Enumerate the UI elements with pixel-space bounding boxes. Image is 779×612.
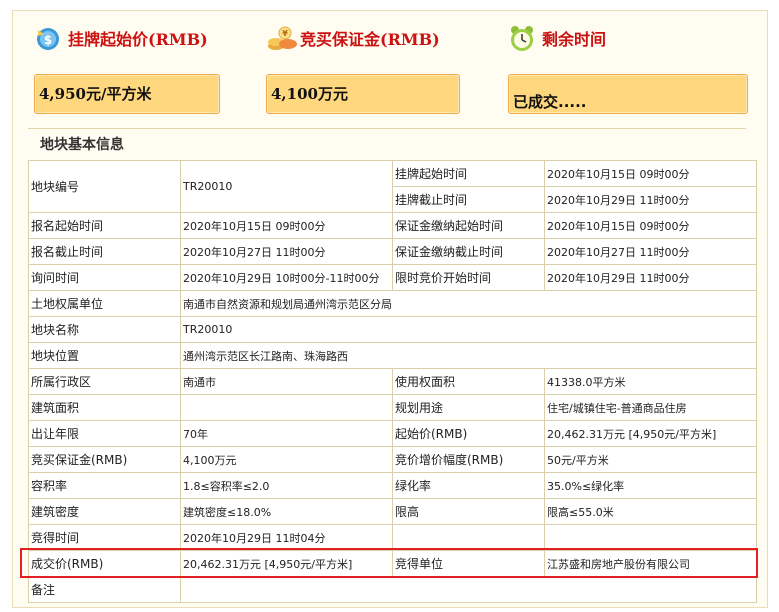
field-label: 竞得时间 — [28, 524, 181, 551]
table-row: 询问时间 2020年10月29日 10时00分-11时00分 限时竞价开始时间 … — [28, 264, 757, 291]
field-value: 2020年10月27日 11时00分 — [544, 238, 757, 265]
field-label: 限高 — [392, 498, 545, 525]
field-value: 2020年10月15日 09时00分 — [544, 160, 757, 187]
table-row: 竞买保证金(RMB) 4,100万元 竞价增价幅度(RMB) 50元/平方米 — [28, 446, 757, 473]
svg-text:$: $ — [44, 33, 52, 47]
field-value: 2020年10月27日 11时00分 — [180, 238, 393, 265]
field-label: 挂牌截止时间 — [392, 186, 545, 213]
table-row: 成交价(RMB) 20,462.31万元 [4,950元/平方米] 竞得单位 江… — [28, 550, 757, 577]
field-label: 保证金缴纳截止时间 — [392, 238, 545, 265]
land-info-table: 地块编号 TR20010 挂牌起始时间 2020年10月15日 09时00分 挂… — [28, 160, 757, 603]
deposit-title: 竞买保证金(RMB) — [300, 30, 440, 49]
field-value: 20,462.31万元 [4,950元/平方米] — [180, 550, 393, 577]
field-label: 报名起始时间 — [28, 212, 181, 239]
field-value: 2020年10月15日 09时00分 — [180, 212, 393, 239]
remaining-time-title: 剩余时间 — [542, 30, 607, 49]
table-row: 地块位置 通州湾示范区长江路南、珠海路西 — [28, 342, 757, 369]
start-price-title: 挂牌起始价(RMB) — [68, 30, 208, 49]
remaining-time-value: 已成交..... — [508, 74, 748, 114]
field-label — [392, 524, 545, 551]
field-value — [180, 576, 757, 603]
coins-icon: ¥ — [266, 24, 297, 52]
money-icon: $ — [34, 24, 62, 52]
field-value — [544, 524, 757, 551]
field-value: 2020年10月29日 10时00分-11时00分 — [180, 264, 393, 291]
table-row: 报名截止时间 2020年10月27日 11时00分 保证金缴纳截止时间 2020… — [28, 238, 757, 265]
deposit-value: 4,100万元 — [266, 74, 460, 114]
field-label: 询问时间 — [28, 264, 181, 291]
field-label: 保证金缴纳起始时间 — [392, 212, 545, 239]
field-value: TR20010 — [180, 160, 393, 213]
field-value: 4,100万元 — [180, 446, 393, 473]
field-label: 建筑密度 — [28, 498, 181, 525]
deposit-summary: ¥ 竞买保证金(RMB) 4,100万元 — [266, 22, 466, 122]
section-title: 地块基本信息 — [40, 137, 124, 153]
field-value: 50元/平方米 — [544, 446, 757, 473]
field-label: 挂牌起始时间 — [392, 160, 545, 187]
field-value: 2020年10月29日 11时04分 — [180, 524, 393, 551]
table-row: 出让年限 70年 起始价(RMB) 20,462.31万元 [4,950元/平方… — [28, 420, 757, 447]
table-row: 建筑面积 规划用途 住宅/城镇住宅-普通商品住房 — [28, 394, 757, 421]
field-value — [180, 394, 393, 421]
table-row: 容积率 1.8≤容积率≤2.0 绿化率 35.0%≤绿化率 — [28, 472, 757, 499]
field-value: 南通市自然资源和规划局通州湾示范区分局 — [180, 290, 757, 317]
field-value: 2020年10月15日 09时00分 — [544, 212, 757, 239]
table-row: 报名起始时间 2020年10月15日 09时00分 保证金缴纳起始时间 2020… — [28, 212, 757, 239]
field-label: 竞得单位 — [392, 550, 545, 577]
start-price-summary: $ 挂牌起始价(RMB) 4,950元/平方米 — [34, 22, 234, 122]
field-value: 2020年10月29日 11时00分 — [544, 264, 757, 291]
svg-text:¥: ¥ — [282, 29, 288, 38]
field-label: 出让年限 — [28, 420, 181, 447]
field-value: 1.8≤容积率≤2.0 — [180, 472, 393, 499]
field-label: 所属行政区 — [28, 368, 181, 395]
field-label: 建筑面积 — [28, 394, 181, 421]
table-row: 土地权属单位 南通市自然资源和规划局通州湾示范区分局 — [28, 290, 757, 317]
table-row: 竞得时间 2020年10月29日 11时04分 — [28, 524, 757, 551]
field-value: 35.0%≤绿化率 — [544, 472, 757, 499]
remaining-time-summary: 剩余时间 已成交..... — [508, 22, 748, 122]
field-label: 地块编号 — [28, 160, 181, 213]
field-label: 容积率 — [28, 472, 181, 499]
field-label: 成交价(RMB) — [28, 550, 181, 577]
table-row: 备注 — [28, 576, 757, 603]
field-label: 使用权面积 — [392, 368, 545, 395]
field-value: 南通市 — [180, 368, 393, 395]
field-label: 绿化率 — [392, 472, 545, 499]
table-row: 建筑密度 建筑密度≤18.0% 限高 限高≤55.0米 — [28, 498, 757, 525]
field-value: 江苏盛和房地产股份有限公司 — [544, 550, 757, 577]
table-row: 地块编号 TR20010 挂牌起始时间 2020年10月15日 09时00分 — [28, 160, 757, 213]
field-value: 限高≤55.0米 — [544, 498, 757, 525]
field-label: 起始价(RMB) — [392, 420, 545, 447]
field-label: 竞买保证金(RMB) — [28, 446, 181, 473]
field-label: 限时竞价开始时间 — [392, 264, 545, 291]
field-value: 通州湾示范区长江路南、珠海路西 — [180, 342, 757, 369]
start-price-value: 4,950元/平方米 — [34, 74, 220, 114]
divider — [28, 128, 746, 129]
field-value: 住宅/城镇住宅-普通商品住房 — [544, 394, 757, 421]
field-label: 地块位置 — [28, 342, 181, 369]
field-label: 规划用途 — [392, 394, 545, 421]
field-label: 备注 — [28, 576, 181, 603]
field-label: 竞价增价幅度(RMB) — [392, 446, 545, 473]
alarm-clock-icon — [508, 24, 536, 52]
field-label: 报名截止时间 — [28, 238, 181, 265]
table-row: 所属行政区 南通市 使用权面积 41338.0平方米 — [28, 368, 757, 395]
field-label: 地块名称 — [28, 316, 181, 343]
field-value: 2020年10月29日 11时00分 — [544, 186, 757, 213]
field-label: 土地权属单位 — [28, 290, 181, 317]
field-value: 建筑密度≤18.0% — [180, 498, 393, 525]
field-value: TR20010 — [180, 316, 757, 343]
field-value: 20,462.31万元 [4,950元/平方米] — [544, 420, 757, 447]
field-value: 70年 — [180, 420, 393, 447]
field-value: 41338.0平方米 — [544, 368, 757, 395]
table-row: 地块名称 TR20010 — [28, 316, 757, 343]
